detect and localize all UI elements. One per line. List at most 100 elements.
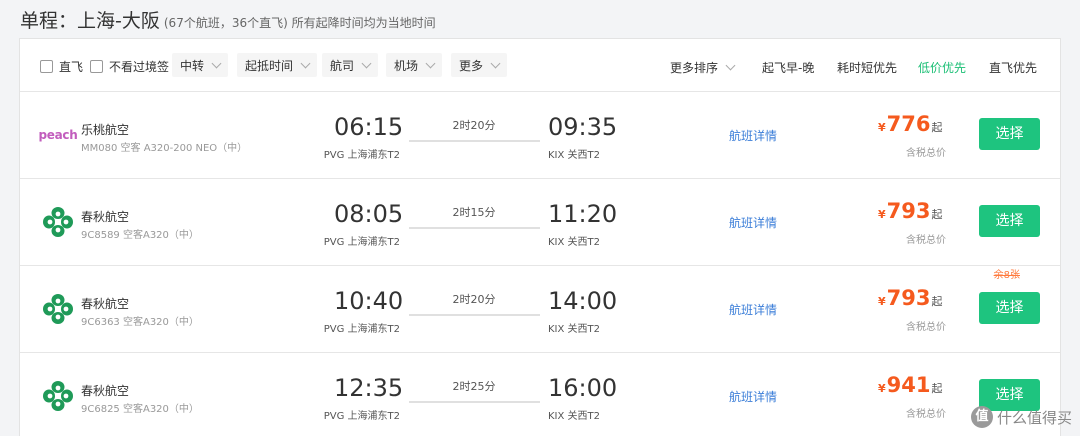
spring-airlines-logo-icon [38, 378, 78, 414]
departure-airport: PVG 上海浦东T2 [323, 324, 400, 335]
airline-name: 春秋航空 [81, 297, 130, 311]
arrival-airport: KIX 关西T2 [548, 324, 601, 335]
dropdown-transfer[interactable]: 中转 [172, 53, 229, 77]
checkbox-box[interactable] [40, 60, 53, 73]
airline-name: 春秋航空 [81, 210, 130, 224]
sort-more-dropdown[interactable]: 更多排序 [670, 59, 736, 76]
flight-row: 春秋航空 9C6825 空客A320（中） 12:35 PVG 上海浦东T2 2… [20, 353, 1060, 436]
dropdown-more[interactable]: 更多 [451, 53, 508, 77]
page-subtitle: (67个航班，36个直飞) 所有起降时间均为当地时间 [163, 16, 436, 30]
no-transit-visa-checkbox[interactable]: 不看过境签 [90, 58, 169, 75]
filter-bar: 直飞 不看过境签 中转 起抵时间 航司 机场 更多 更多排序 起飞早-晚 耗时短… [20, 39, 1060, 92]
flight-details-link[interactable]: 航班详情 [729, 214, 777, 231]
flight-info: 9C8589 空客A320（中） [81, 230, 199, 241]
price-value: 793 [886, 286, 931, 310]
flight-row: 春秋航空 9C6363 空客A320（中） 10:40 PVG 上海浦东T2 2… [20, 266, 1060, 353]
arrival-time: 14:00 [548, 287, 618, 315]
chevron-down-icon [425, 58, 436, 68]
airline-name: 乐桃航空 [81, 123, 130, 137]
flight-info: 9C6825 空客A320（中） [81, 404, 199, 415]
price-note: 含税总价 [906, 235, 946, 246]
select-button[interactable]: 选择 [979, 118, 1040, 150]
departure-airport: PVG 上海浦东T2 [323, 411, 400, 422]
price-value: 941 [886, 373, 931, 397]
departure-time: 10:40 [334, 287, 404, 315]
price-note: 含税总价 [906, 409, 946, 420]
no-transit-visa-label: 不看过境签 [109, 60, 170, 74]
flight-duration: 2时25分 [452, 380, 496, 393]
flight-duration: 2时15分 [452, 206, 496, 219]
currency-symbol: ¥ [878, 382, 886, 395]
sort-label: 耗时短优先 [837, 61, 898, 75]
flight-duration: 2时20分 [452, 119, 496, 132]
flight-details-link[interactable]: 航班详情 [729, 388, 777, 405]
spring-airlines-logo-icon [43, 207, 73, 237]
duration-line [409, 401, 540, 403]
duration-line [409, 140, 540, 142]
chevron-down-icon [490, 58, 501, 68]
direct-flight-checkbox[interactable]: 直飞 [40, 58, 83, 75]
flight-details-link[interactable]: 航班详情 [729, 127, 777, 144]
select-button[interactable]: 选择 [979, 292, 1040, 324]
sort-lowest-price[interactable]: 低价优先 [918, 59, 966, 76]
price: ¥ 793 起 [878, 199, 943, 223]
sort-more-label: 更多排序 [670, 61, 719, 75]
arrival-time: 11:20 [548, 200, 618, 228]
arrival-time: 16:00 [548, 374, 618, 402]
departure-time: 12:35 [334, 374, 404, 402]
flight-info: MM080 空客 A320-200 NEO（中） [81, 143, 248, 154]
chevron-down-icon [300, 58, 311, 68]
dropdown-label: 更多 [459, 58, 484, 73]
price: ¥ 941 起 [878, 373, 943, 397]
dropdown-airport[interactable]: 机场 [386, 53, 443, 77]
price-suffix: 起 [931, 208, 943, 221]
route-title: 上海-大阪 [77, 10, 160, 32]
spring-airlines-logo-icon [38, 204, 78, 240]
duration-line [409, 314, 540, 316]
sort-direct-first[interactable]: 直飞优先 [989, 59, 1037, 76]
arrival-airport: KIX 关西T2 [548, 237, 601, 248]
dropdown-label: 机场 [394, 58, 419, 73]
price: ¥ 776 起 [878, 112, 943, 136]
flight-results-panel: 直飞 不看过境签 中转 起抵时间 航司 机场 更多 更多排序 起飞早-晚 耗时短… [19, 38, 1061, 436]
sort-label: 低价优先 [918, 61, 967, 75]
arrival-time: 09:35 [548, 113, 618, 141]
chevron-down-icon [211, 58, 222, 68]
checkbox-box[interactable] [90, 60, 103, 73]
currency-symbol: ¥ [878, 208, 886, 221]
chevron-down-icon [725, 60, 736, 71]
dropdown-label: 起抵时间 [245, 58, 294, 73]
direct-flight-label: 直飞 [59, 60, 84, 74]
price-note: 含税总价 [906, 322, 946, 333]
sort-label: 直飞优先 [989, 61, 1038, 75]
dropdown-label: 航司 [330, 58, 355, 73]
departure-time: 08:05 [334, 200, 404, 228]
dropdown-dep-arr-time[interactable]: 起抵时间 [237, 53, 318, 77]
departure-airport: PVG 上海浦东T2 [323, 150, 400, 161]
price-value: 793 [886, 199, 931, 223]
page-header: 单程： 上海-大阪 (67个航班，36个直飞) 所有起降时间均为当地时间 [20, 6, 436, 36]
price: ¥ 793 起 [878, 286, 943, 310]
watermark: 值 什么值得买 [970, 406, 1072, 428]
peach-logo-text: peach [38, 128, 78, 142]
flight-details-link[interactable]: 航班详情 [729, 301, 777, 318]
dropdown-label: 中转 [180, 58, 205, 73]
price-suffix: 起 [931, 382, 943, 395]
sort-departure-early-late[interactable]: 起飞早-晚 [762, 59, 814, 76]
departure-airport: PVG 上海浦东T2 [323, 237, 400, 248]
peach-logo-icon: peach [38, 117, 78, 153]
select-button[interactable]: 选择 [979, 205, 1040, 237]
spring-airlines-logo-icon [38, 291, 78, 327]
departure-time: 06:15 [334, 113, 404, 141]
sort-label: 起飞早-晚 [762, 61, 815, 75]
duration-line [409, 227, 540, 229]
sort-shortest-duration[interactable]: 耗时短优先 [837, 59, 897, 76]
currency-symbol: ¥ [878, 295, 886, 308]
airline-name: 春秋航空 [81, 384, 130, 398]
flight-duration: 2时20分 [452, 293, 496, 306]
flight-row: 春秋航空 9C8589 空客A320（中） 08:05 PVG 上海浦东T2 2… [20, 179, 1060, 266]
flight-row: peach 乐桃航空 MM080 空客 A320-200 NEO（中） 06:1… [20, 92, 1060, 179]
arrival-airport: KIX 关西T2 [548, 411, 601, 422]
price-value: 776 [886, 112, 931, 136]
dropdown-airline[interactable]: 航司 [322, 53, 379, 77]
